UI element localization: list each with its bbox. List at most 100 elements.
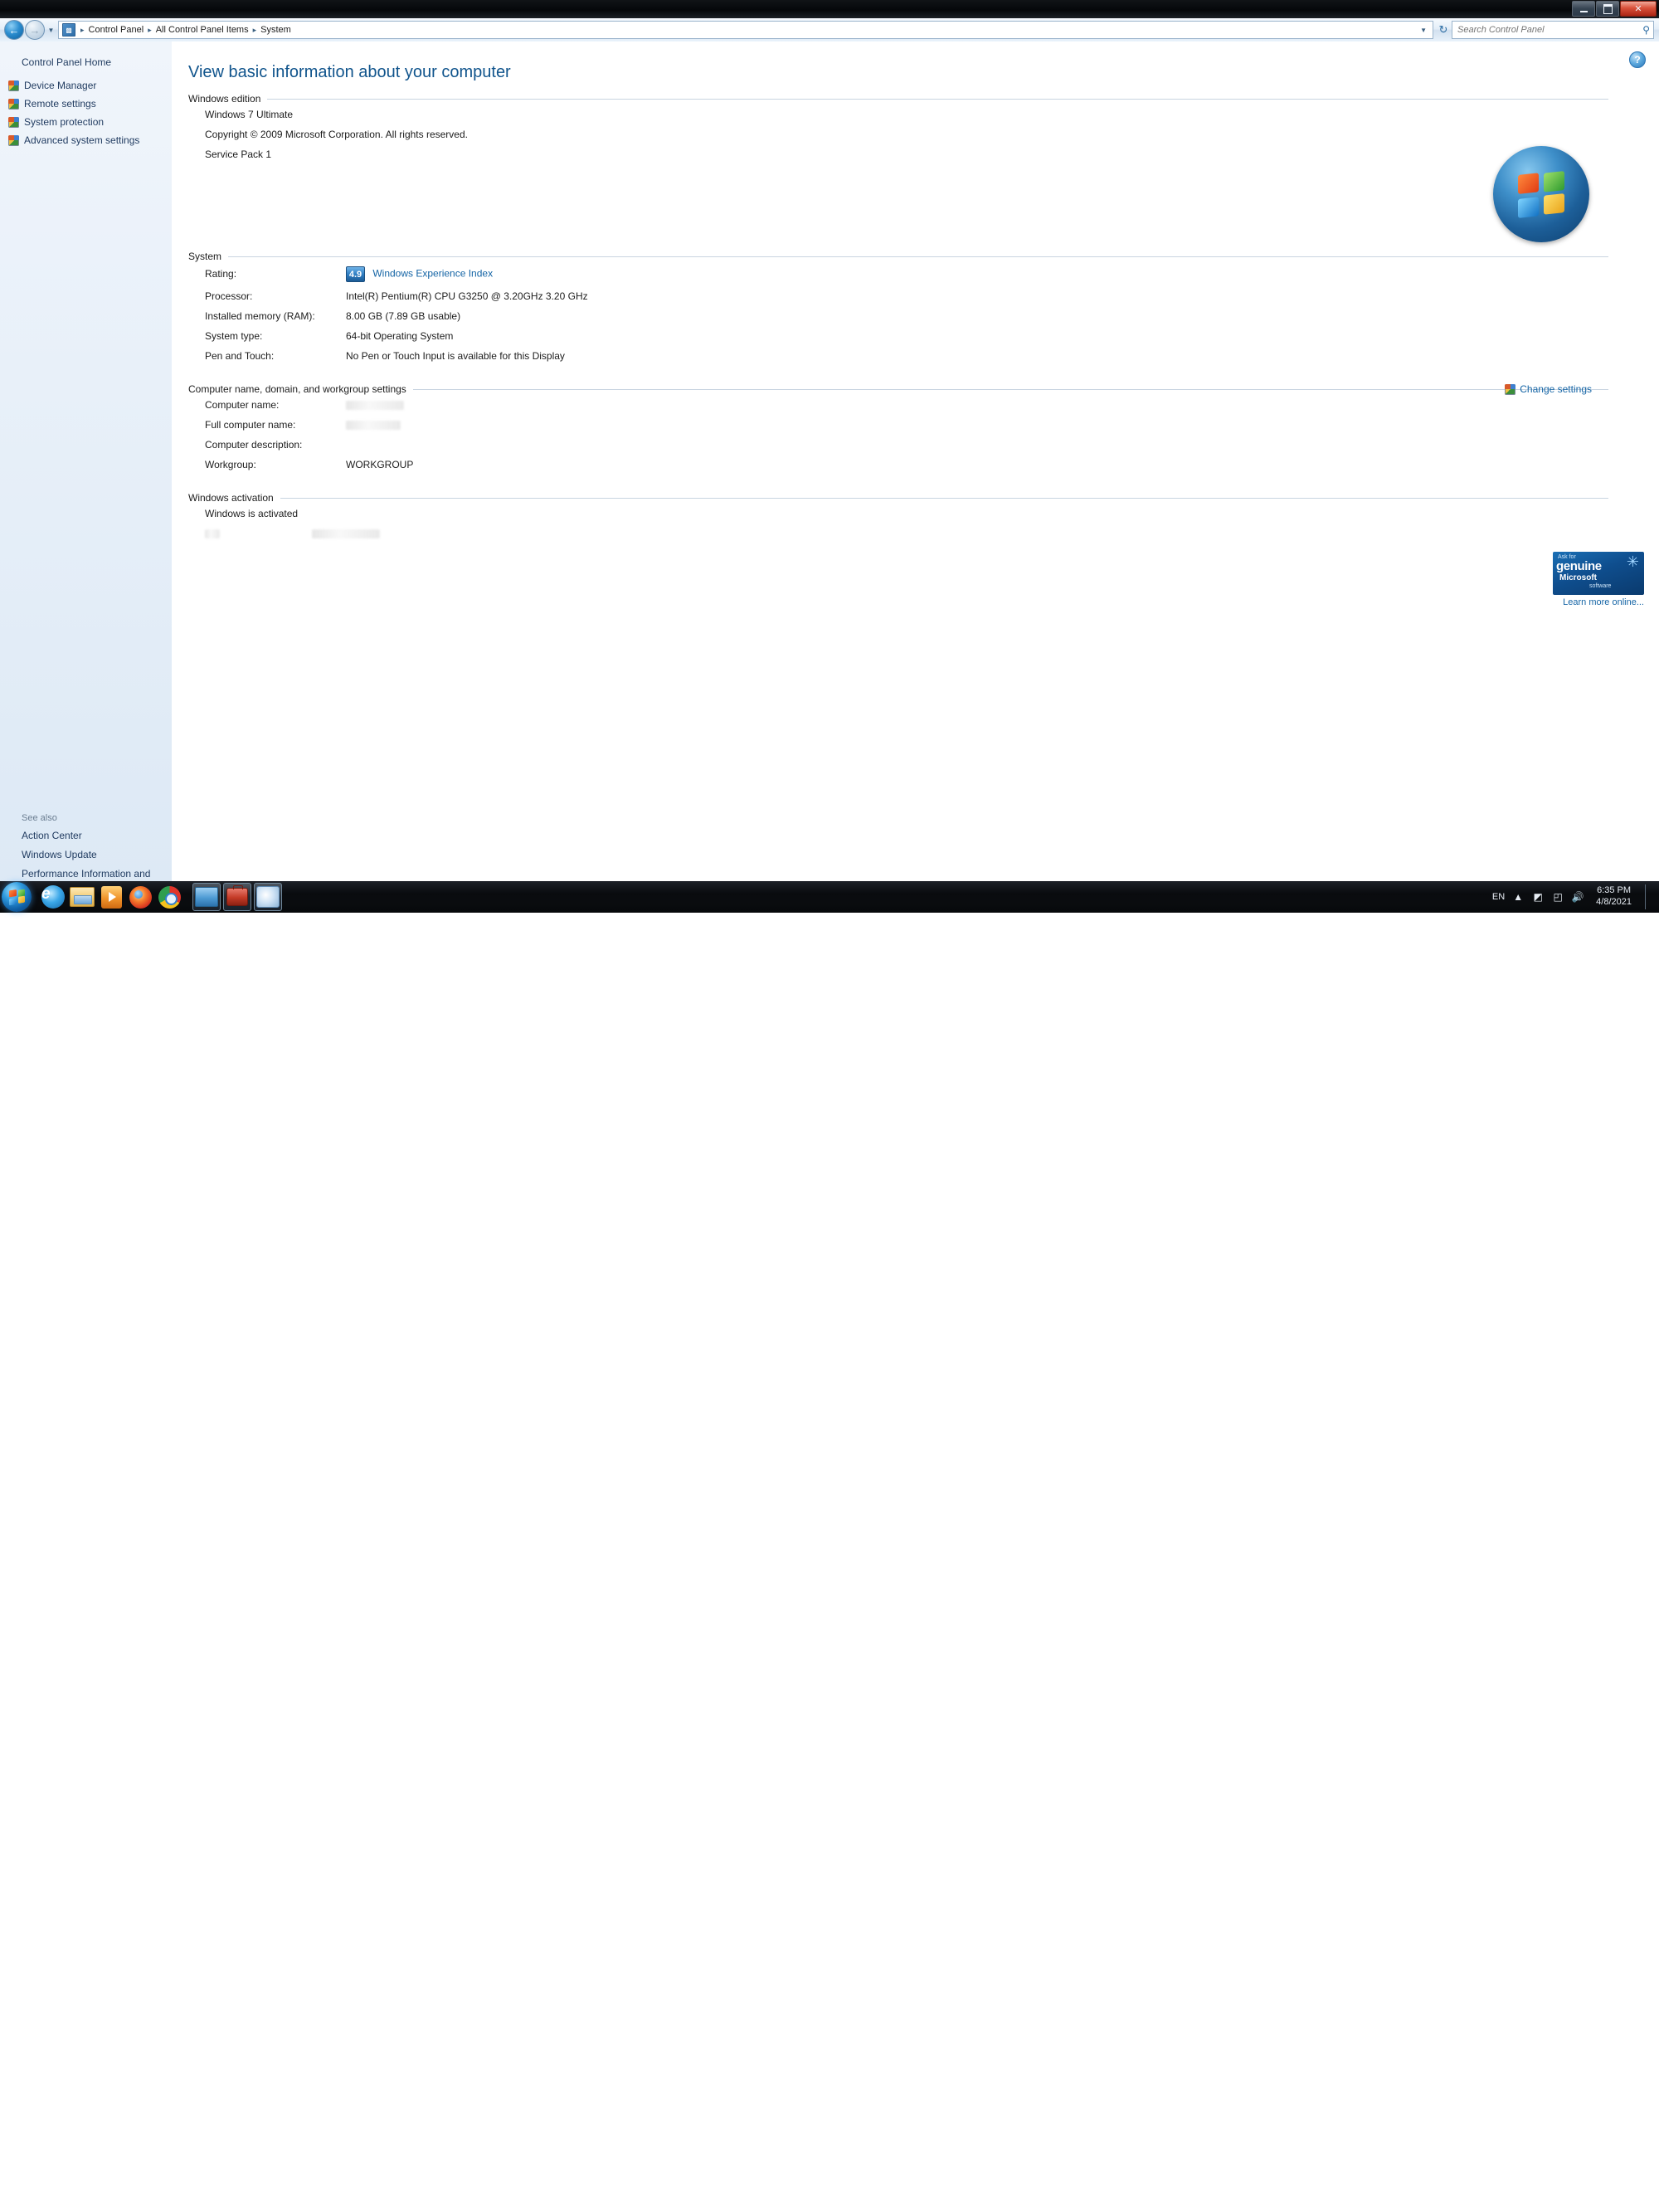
windows-experience-index-link[interactable]: Windows Experience Index — [372, 268, 493, 280]
system-control-panel-window: ✕ ← → ▼ ▩ ▸ Control Panel ▸ All Control … — [0, 0, 1659, 892]
breadcrumb-separator-1: ▸ — [148, 25, 152, 34]
taskbar-window-paint[interactable] — [254, 883, 282, 911]
row-value: No Pen or Touch Input is available for t… — [346, 350, 565, 362]
breadcrumb-item-system[interactable]: System — [259, 25, 293, 35]
search-box[interactable]: ⚲ — [1452, 21, 1654, 39]
search-input[interactable] — [1456, 24, 1643, 36]
taskbar-windows-media-player-icon[interactable] — [98, 884, 124, 910]
genuine-badge-line2: genuine — [1556, 559, 1602, 573]
start-button[interactable] — [2, 882, 32, 912]
search-icon[interactable]: ⚲ — [1642, 24, 1650, 36]
taskbar-window-toolbox[interactable] — [223, 883, 251, 911]
volume-icon[interactable]: 🔊 — [1571, 890, 1584, 904]
row-label: Processor: — [205, 290, 253, 302]
minimize-button[interactable] — [1572, 1, 1595, 17]
system-heading: System — [188, 251, 1608, 262]
help-button[interactable]: ? — [1629, 51, 1646, 68]
windows-copyright: Copyright © 2009 Microsoft Corporation. … — [205, 129, 468, 140]
system-row-system-type: System type: 64-bit Operating System — [188, 326, 1608, 346]
sidebar-item-control-panel-home[interactable]: Control Panel Home — [0, 55, 172, 70]
windows-activation-heading: Windows activation — [188, 492, 1608, 504]
shield-icon — [1505, 383, 1516, 395]
sidebar-item-device-manager[interactable]: Device Manager — [0, 76, 172, 95]
taskbar-firefox-icon[interactable] — [127, 884, 153, 910]
see-also-item-action-center[interactable]: Action Center — [0, 826, 163, 845]
computer-name-heading: Computer name, domain, and workgroup set… — [188, 383, 1608, 395]
redacted-value — [346, 401, 404, 411]
star-icon: ✳ — [1626, 553, 1639, 570]
sidebar: Control Panel Home Device Manager Remote… — [0, 41, 173, 892]
window-titlebar[interactable]: ✕ — [0, 0, 1659, 18]
screen: ✕ ← → ▼ ▩ ▸ Control Panel ▸ All Control … — [0, 0, 1659, 2212]
change-settings-link[interactable]: Change settings — [1505, 383, 1592, 395]
row-label: Workgroup: — [205, 459, 256, 470]
windows-edition-section: Windows edition Windows 7 Ultimate Copyr… — [188, 93, 1608, 164]
language-indicator[interactable]: EN — [1492, 892, 1505, 902]
clock[interactable]: 6:35 PM 4/8/2021 — [1591, 885, 1637, 909]
system-row-rating: Rating: 4.9 Windows Experience Index — [188, 262, 1608, 286]
taskbar-chrome-icon[interactable] — [156, 884, 182, 910]
computer-name-section: Computer name, domain, and workgroup set… — [188, 383, 1608, 475]
breadcrumb-chevron-down-icon[interactable]: ▼ — [1420, 27, 1429, 34]
section-heading-label: Windows edition — [188, 93, 261, 105]
breadcrumb-separator-2: ▸ — [252, 25, 257, 34]
row-value: 4.9 Windows Experience Index — [346, 266, 1608, 282]
breadcrumb-item-control-panel[interactable]: Control Panel — [87, 25, 146, 35]
sidebar-item-remote-settings[interactable]: Remote settings — [0, 95, 172, 113]
section-rule — [280, 497, 1608, 499]
learn-more-online-link[interactable]: Learn more online... — [1553, 597, 1644, 607]
windows-flag-icon — [1518, 170, 1564, 218]
breadcrumb-bar[interactable]: ▩ ▸ Control Panel ▸ All Control Panel It… — [58, 21, 1433, 39]
section-rule — [267, 98, 1608, 100]
close-button[interactable]: ✕ — [1620, 1, 1657, 17]
row-label: Pen and Touch: — [205, 350, 275, 362]
genuine-microsoft-software-box: ✳ Ask for genuine Microsoft software Lea… — [1553, 552, 1644, 607]
breadcrumb-item-all-control-panel-items[interactable]: All Control Panel Items — [154, 25, 251, 35]
sidebar-item-advanced-system-settings[interactable]: Advanced system settings — [0, 131, 172, 149]
back-button[interactable]: ← — [4, 20, 24, 40]
section-heading-label: Computer name, domain, and workgroup set… — [188, 383, 406, 395]
genuine-microsoft-badge[interactable]: ✳ Ask for genuine Microsoft software — [1553, 552, 1644, 595]
show-desktop-button[interactable] — [1645, 884, 1654, 909]
system-tray: EN ▲ ◩ ◰ 🔊 6:35 PM 4/8/2021 — [1492, 884, 1659, 909]
recent-pages-dropdown-icon[interactable]: ▼ — [46, 21, 56, 39]
windows-logo-icon — [1493, 146, 1589, 242]
see-also-item-windows-update[interactable]: Windows Update — [0, 845, 163, 865]
sidebar-item-label: System protection — [24, 116, 105, 128]
shield-icon — [8, 116, 19, 128]
section-heading-label: System — [188, 251, 222, 262]
clock-date: 4/8/2021 — [1596, 897, 1632, 907]
shield-icon — [8, 134, 19, 146]
computer-name-row-computer-name: Computer name: — [188, 395, 1608, 415]
network-icon[interactable]: ◩ — [1531, 890, 1545, 904]
taskbar-windows-explorer-icon[interactable] — [69, 884, 95, 910]
row-label: Computer name: — [205, 399, 280, 411]
row-value: 8.00 GB (7.89 GB usable) — [346, 310, 461, 322]
computer-name-row-full-computer-name: Full computer name: — [188, 415, 1608, 435]
windows-edition-value: Windows 7 Ultimate — [205, 109, 294, 120]
row-value: WORKGROUP — [346, 459, 414, 470]
see-also-heading: See also — [22, 813, 57, 823]
taskbar-window-control-panel[interactable] — [192, 883, 221, 911]
genuine-badge-line3: Microsoft — [1559, 573, 1597, 582]
sidebar-item-label: Remote settings — [24, 98, 96, 110]
forward-button[interactable]: → — [25, 20, 45, 40]
change-settings-label: Change settings — [1520, 383, 1592, 395]
redacted-value — [346, 421, 401, 431]
maximize-button[interactable] — [1596, 1, 1619, 17]
refresh-icon[interactable]: ↻ — [1435, 22, 1452, 38]
system-row-pen-and-touch: Pen and Touch: No Pen or Touch Input is … — [188, 346, 1608, 366]
section-heading-label: Windows activation — [188, 492, 274, 504]
show-hidden-icons-icon[interactable]: ▲ — [1511, 890, 1525, 904]
redacted-product-id-label — [205, 529, 220, 539]
action-center-icon[interactable]: ◰ — [1551, 890, 1564, 904]
taskbar-internet-explorer-icon[interactable]: e — [40, 884, 66, 910]
activation-status: Windows is activated — [205, 508, 299, 519]
windows-edition-heading: Windows edition — [188, 93, 1608, 105]
window-controls: ✕ — [1572, 1, 1657, 17]
taskbar-buttons: e — [40, 883, 282, 911]
window-body: Control Panel Home Device Manager Remote… — [0, 41, 1659, 892]
clock-time: 6:35 PM — [1597, 885, 1632, 896]
row-value: Intel(R) Pentium(R) CPU G3250 @ 3.20GHz … — [346, 290, 588, 302]
sidebar-item-system-protection[interactable]: System protection — [0, 113, 172, 131]
